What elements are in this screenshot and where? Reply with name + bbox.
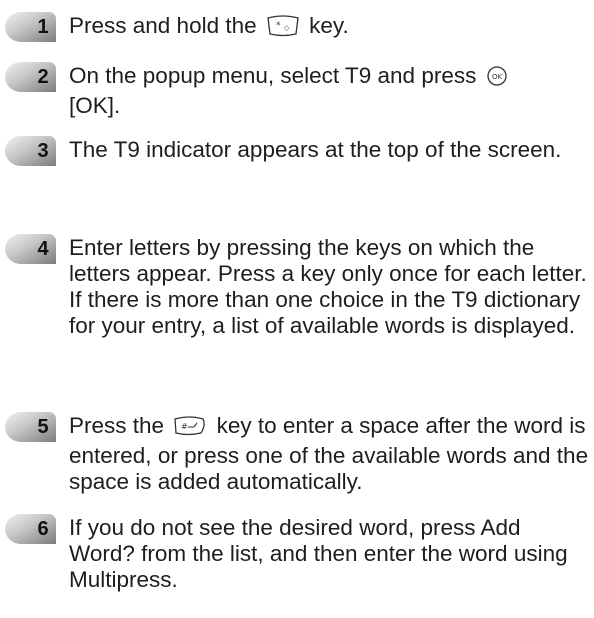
step-text-before: Press the — [69, 413, 165, 438]
step-number: 2 — [37, 66, 49, 88]
step-text-after: [OK]. — [69, 93, 121, 118]
step-number: 4 — [37, 238, 49, 260]
step-badge: 4 — [3, 232, 57, 266]
step-number: 3 — [37, 140, 49, 162]
star-key-icon: * ◇ — [266, 15, 300, 43]
step-number: 1 — [37, 16, 49, 38]
svg-text:#: # — [181, 422, 188, 431]
step-text-before: Press and hold the — [69, 13, 257, 38]
step-badge: 6 — [3, 512, 57, 546]
step-badge: 5 — [3, 410, 57, 444]
step-number: 5 — [37, 416, 49, 438]
step-badge: 3 — [3, 134, 57, 168]
svg-text:*: * — [276, 21, 281, 31]
step-text: On the popup menu, select T9 and press O… — [69, 63, 591, 119]
step-text: The T9 indicator appears at the top of t… — [69, 137, 562, 162]
step-badge: 2 — [3, 60, 57, 94]
step-text: Press and hold the * ◇ key. — [69, 13, 591, 43]
pound-key-icon: # — [173, 415, 207, 443]
step-text-before: On the popup menu, select T9 and press — [69, 63, 477, 88]
step-text-after: key. — [309, 13, 349, 38]
ok-key-icon: OK — [486, 65, 508, 93]
step-text: Press the # key to enter a space after t… — [69, 413, 591, 495]
step-number: 6 — [37, 518, 49, 540]
svg-text:◇: ◇ — [284, 24, 290, 32]
step-text: If you do not see the desired word, pres… — [69, 515, 568, 592]
svg-text:OK: OK — [492, 73, 503, 81]
step-text: Enter letters by pressing the keys on wh… — [69, 235, 587, 338]
step-badge: 1 — [3, 10, 57, 44]
